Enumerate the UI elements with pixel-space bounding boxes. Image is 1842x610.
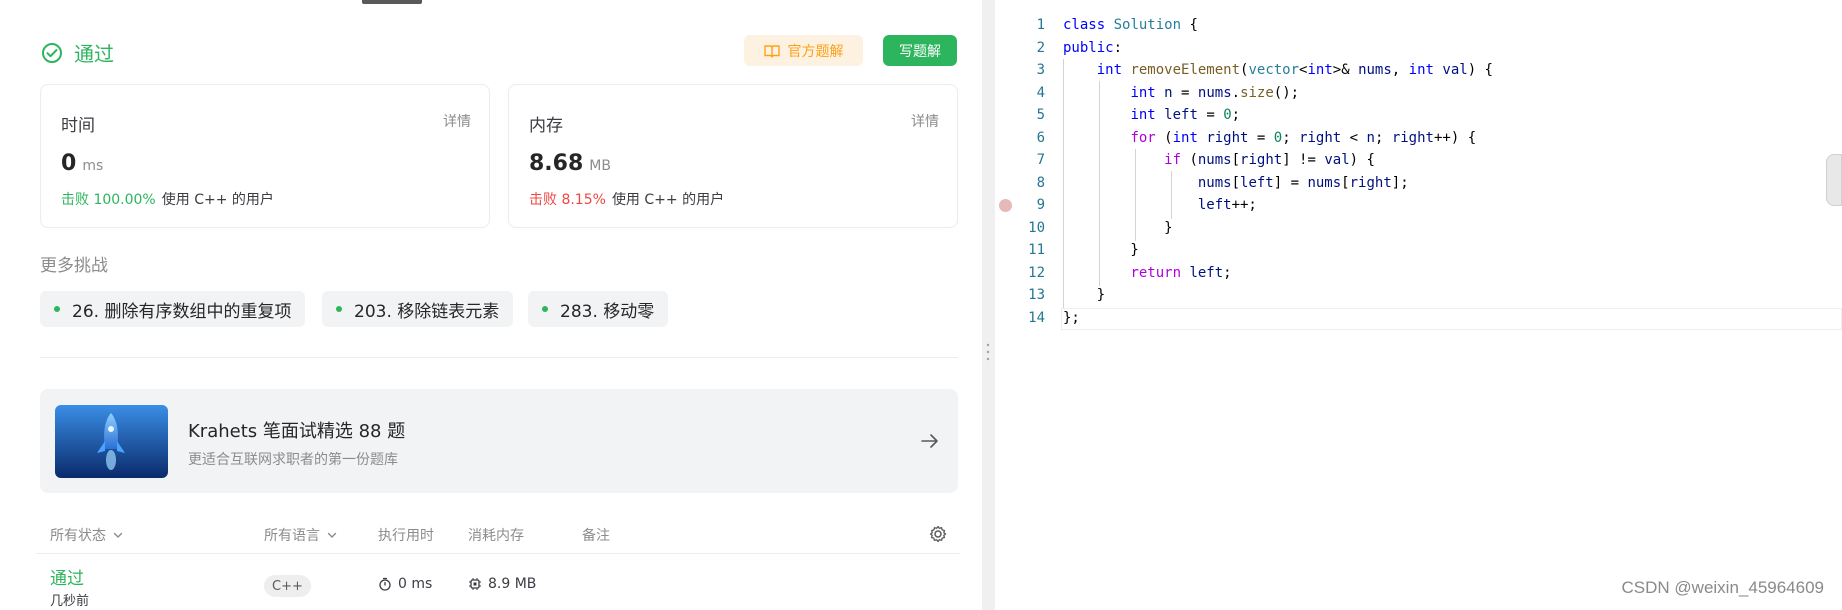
line-number: 11 — [1028, 242, 1045, 258]
code-line: 10 } — [995, 217, 1842, 240]
code-line: 12 return left; — [995, 262, 1842, 285]
status: 通过 — [40, 38, 114, 67]
memory-value: 8.68 MB — [529, 151, 611, 176]
active-tab-indicator — [362, 0, 422, 4]
study-plan-banner[interactable]: Krahets 笔面试精选 88 题 更适合互联网求职者的第一份题库 — [40, 389, 958, 493]
banner-subtitle: 更适合互联网求职者的第一份题库 — [188, 452, 398, 468]
memory-detail-link[interactable]: 详情 — [911, 111, 939, 131]
submission-result-panel: 通过 官方题解 写题解 时间 详情 0 ms 击败 100.00% 使用 C++ … — [0, 0, 982, 610]
runtime-column-header: 执行用时 — [378, 528, 434, 544]
memory-number: 8.68 — [529, 151, 584, 176]
runtime-value: 0 ms — [61, 151, 103, 176]
status-filter[interactable]: 所有状态 — [50, 525, 124, 545]
code-line: 7 if (nums[right] != val) { — [995, 149, 1842, 172]
code-line: 14}; — [995, 307, 1842, 330]
gear-icon[interactable] — [928, 524, 948, 544]
rocket-image — [55, 405, 168, 478]
memory-unit: MB — [589, 158, 611, 174]
challenge-chip-283[interactable]: 283. 移动零 — [528, 291, 669, 327]
runtime-unit: ms — [82, 158, 104, 174]
code-line: 1 class Solution { — [995, 14, 1842, 37]
chip-dot — [542, 306, 548, 312]
code-line: 3 int removeElement(vector<int>& nums, i… — [995, 59, 1842, 82]
submission-table-header: 所有状态 所有语言 执行用时 消耗内存 备注 — [36, 518, 960, 554]
code-editor[interactable]: 1 class Solution { 2 public: 3 int removeE… — [995, 0, 1842, 610]
arrow-right-icon — [921, 434, 938, 448]
chip-dot — [336, 306, 342, 312]
chip-dot — [54, 306, 60, 312]
memory-card: 内存 详情 8.68 MB 击败 8.15% 使用 C++ 的用户 — [508, 84, 958, 228]
chevron-down-icon — [327, 532, 337, 538]
runtime-title: 时间 — [61, 116, 95, 136]
runtime-detail-link[interactable]: 详情 — [443, 111, 471, 131]
code-line: 11 } — [995, 239, 1842, 262]
code-line: 13 } — [995, 284, 1842, 307]
code-line: 6 for (int right = 0; right < n; right++… — [995, 127, 1842, 150]
line-number: 1 — [1036, 17, 1045, 33]
challenge-chip-26[interactable]: 26. 删除有序数组中的重复项 — [40, 291, 306, 327]
line-number: 5 — [1036, 107, 1045, 123]
line-number: 6 — [1036, 129, 1045, 146]
line-number: 9 — [1036, 197, 1045, 213]
row-time-ago: 几秒前 — [50, 594, 90, 609]
side-panel-toggle[interactable] — [1826, 154, 1842, 206]
code-line: 9 left++; — [995, 194, 1842, 217]
row-memory: 8.9 MB — [468, 576, 536, 592]
memory-column-header: 消耗内存 — [468, 528, 524, 544]
row-runtime: 0 ms — [378, 576, 432, 592]
challenge-chip-203[interactable]: 203. 移除链表元素 — [322, 291, 514, 327]
memory-title: 内存 — [529, 116, 563, 136]
runtime-beat-percent: 击败 100.00% — [61, 192, 156, 208]
write-solution-button[interactable]: 写题解 — [883, 35, 957, 66]
more-challenges-title: 更多挑战 — [40, 256, 108, 276]
chip-label: 203. 移除链表元素 — [354, 301, 500, 322]
stopwatch-icon — [379, 577, 391, 591]
drag-handle-icon — [986, 343, 990, 361]
line-number: 10 — [1028, 219, 1045, 236]
check-circle-icon — [42, 42, 62, 63]
status-label: 通过 — [74, 42, 114, 66]
runtime-card: 时间 详情 0 ms 击败 100.00% 使用 C++ 的用户 — [40, 84, 490, 228]
language-filter[interactable]: 所有语言 — [264, 525, 338, 545]
line-number: 2 — [1036, 39, 1045, 56]
watermark: CSDN @weixin_45964609 — [1621, 578, 1824, 597]
line-number: 13 — [1028, 287, 1045, 303]
chip-label: 26. 删除有序数组中的重复项 — [72, 301, 292, 322]
panel-splitter[interactable] — [982, 0, 995, 610]
memory-beat: 击败 8.15% 使用 C++ 的用户 — [529, 189, 724, 209]
chevron-down-icon — [113, 532, 123, 538]
row-status[interactable]: 通过 — [50, 564, 84, 589]
line-number: 3 — [1036, 62, 1045, 78]
chip-icon — [469, 578, 481, 590]
memory-beat-text: 使用 C++ 的用户 — [611, 192, 725, 208]
code-line: 8 nums[left] = nums[right]; — [995, 172, 1842, 195]
runtime-number: 0 — [61, 151, 77, 176]
language-filter-label: 所有语言 — [264, 528, 320, 544]
code-line: 4 int n = nums.size(); — [995, 82, 1842, 105]
chip-label: 283. 移动零 — [560, 301, 655, 322]
status-filter-label: 所有状态 — [50, 528, 106, 544]
code-line: 5 int left = 0; — [995, 104, 1842, 127]
memory-beat-percent: 击败 8.15% — [529, 192, 606, 208]
notes-column-header: 备注 — [582, 528, 610, 544]
line-number: 7 — [1036, 152, 1045, 168]
code-line: 2 public: — [995, 37, 1842, 60]
banner-title: Krahets 笔面试精选 88 题 — [188, 421, 406, 442]
line-number: 12 — [1028, 264, 1045, 281]
line-number: 8 — [1036, 174, 1045, 191]
official-solution-button[interactable]: 官方题解 — [744, 35, 863, 66]
official-solution-label: 官方题解 — [787, 43, 844, 60]
divider — [40, 357, 958, 358]
line-number: 4 — [1036, 84, 1045, 101]
row-runtime-value: 0 ms — [398, 576, 433, 592]
book-icon — [763, 44, 780, 58]
row-memory-value: 8.9 MB — [488, 576, 537, 592]
runtime-beat-text: 使用 C++ 的用户 — [161, 192, 274, 208]
table-row[interactable]: 通过 几秒前 C++ 0 ms 8.9 MB — [36, 560, 960, 610]
runtime-beat: 击败 100.00% 使用 C++ 的用户 — [61, 189, 274, 209]
language-badge: C++ — [264, 575, 311, 597]
result-header: 通过 官方题解 写题解 — [40, 34, 960, 68]
line-number: 14 — [1028, 309, 1045, 326]
